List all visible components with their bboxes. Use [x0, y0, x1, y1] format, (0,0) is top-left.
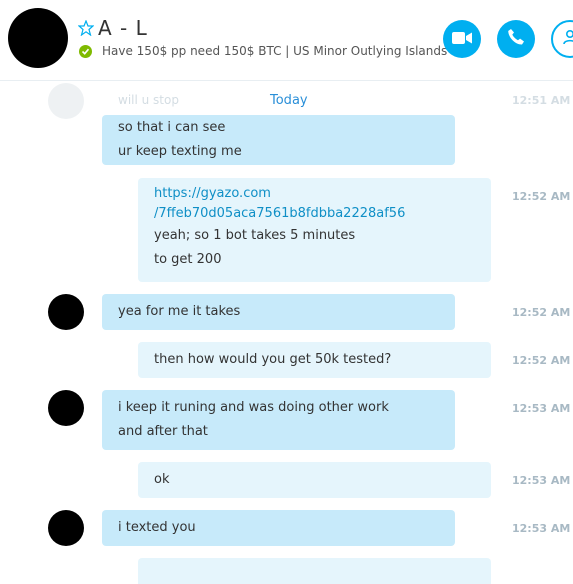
incoming-message-bubble[interactable]: i texted you: [102, 510, 455, 546]
outgoing-message-bubble[interactable]: https://gyazo.com /7ffeb70d05aca7561b8fd…: [138, 178, 491, 282]
message-timestamp: 12:52 AM: [512, 190, 571, 203]
conversation-header: A - L Have 150$ pp need 150$ BTC | US Mi…: [0, 0, 573, 81]
sender-avatar[interactable]: [48, 390, 84, 426]
day-separator: Today: [270, 93, 308, 108]
message-list[interactable]: will u stop 12:51 AM Today so that i can…: [0, 81, 573, 584]
sender-avatar[interactable]: [48, 294, 84, 330]
message-text: and after that: [118, 424, 208, 439]
audio-call-button[interactable]: [497, 20, 535, 58]
message-timestamp: 12:52 AM: [512, 306, 571, 319]
video-call-button[interactable]: [443, 20, 481, 58]
faded-message: will u stop: [118, 93, 179, 107]
message-text: so that i can see: [118, 120, 226, 135]
faded-timestamp: 12:51 AM: [512, 94, 571, 107]
message-timestamp: 12:53 AM: [512, 474, 571, 487]
message-timestamp: 12:52 AM: [512, 354, 571, 367]
faded-avatar: [48, 83, 84, 119]
message-text: yea for me it takes: [118, 304, 241, 319]
sender-avatar[interactable]: [48, 510, 84, 546]
outgoing-message-bubble[interactable]: [138, 558, 491, 584]
message-text: i keep it runing and was doing other wor…: [118, 400, 389, 415]
video-camera-icon: [452, 30, 472, 49]
outgoing-message-bubble[interactable]: then how would you get 50k tested?: [138, 342, 491, 378]
contact-name[interactable]: A - L: [98, 16, 148, 40]
message-text: yeah; so 1 bot takes 5 minutes: [154, 228, 356, 243]
incoming-message-bubble[interactable]: yea for me it takes: [102, 294, 455, 330]
mood-message: Have 150$ pp need 150$ BTC | US Minor Ou…: [102, 44, 448, 58]
message-link[interactable]: /7ffeb70d05aca7561b8fdbba2228af56: [154, 204, 475, 224]
message-timestamp: 12:53 AM: [512, 402, 571, 415]
message-link[interactable]: https://gyazo.com: [154, 184, 475, 204]
message-text: then how would you get 50k tested?: [154, 352, 392, 367]
message-text: ur keep texting me: [118, 144, 242, 159]
incoming-message-bubble[interactable]: so that i can see ur keep texting me: [102, 115, 455, 165]
contact-avatar[interactable]: [8, 8, 68, 68]
add-person-icon: [562, 29, 573, 49]
message-text: i texted you: [118, 520, 196, 535]
online-status-icon: [79, 45, 92, 58]
message-timestamp: 12:53 AM: [512, 522, 571, 535]
phone-icon: [507, 28, 525, 50]
star-icon[interactable]: [77, 19, 95, 37]
message-text: ok: [154, 472, 170, 487]
add-contact-button[interactable]: [551, 20, 573, 58]
incoming-message-bubble[interactable]: i keep it runing and was doing other wor…: [102, 390, 455, 450]
outgoing-message-bubble[interactable]: ok: [138, 462, 491, 498]
message-text: to get 200: [154, 252, 222, 267]
